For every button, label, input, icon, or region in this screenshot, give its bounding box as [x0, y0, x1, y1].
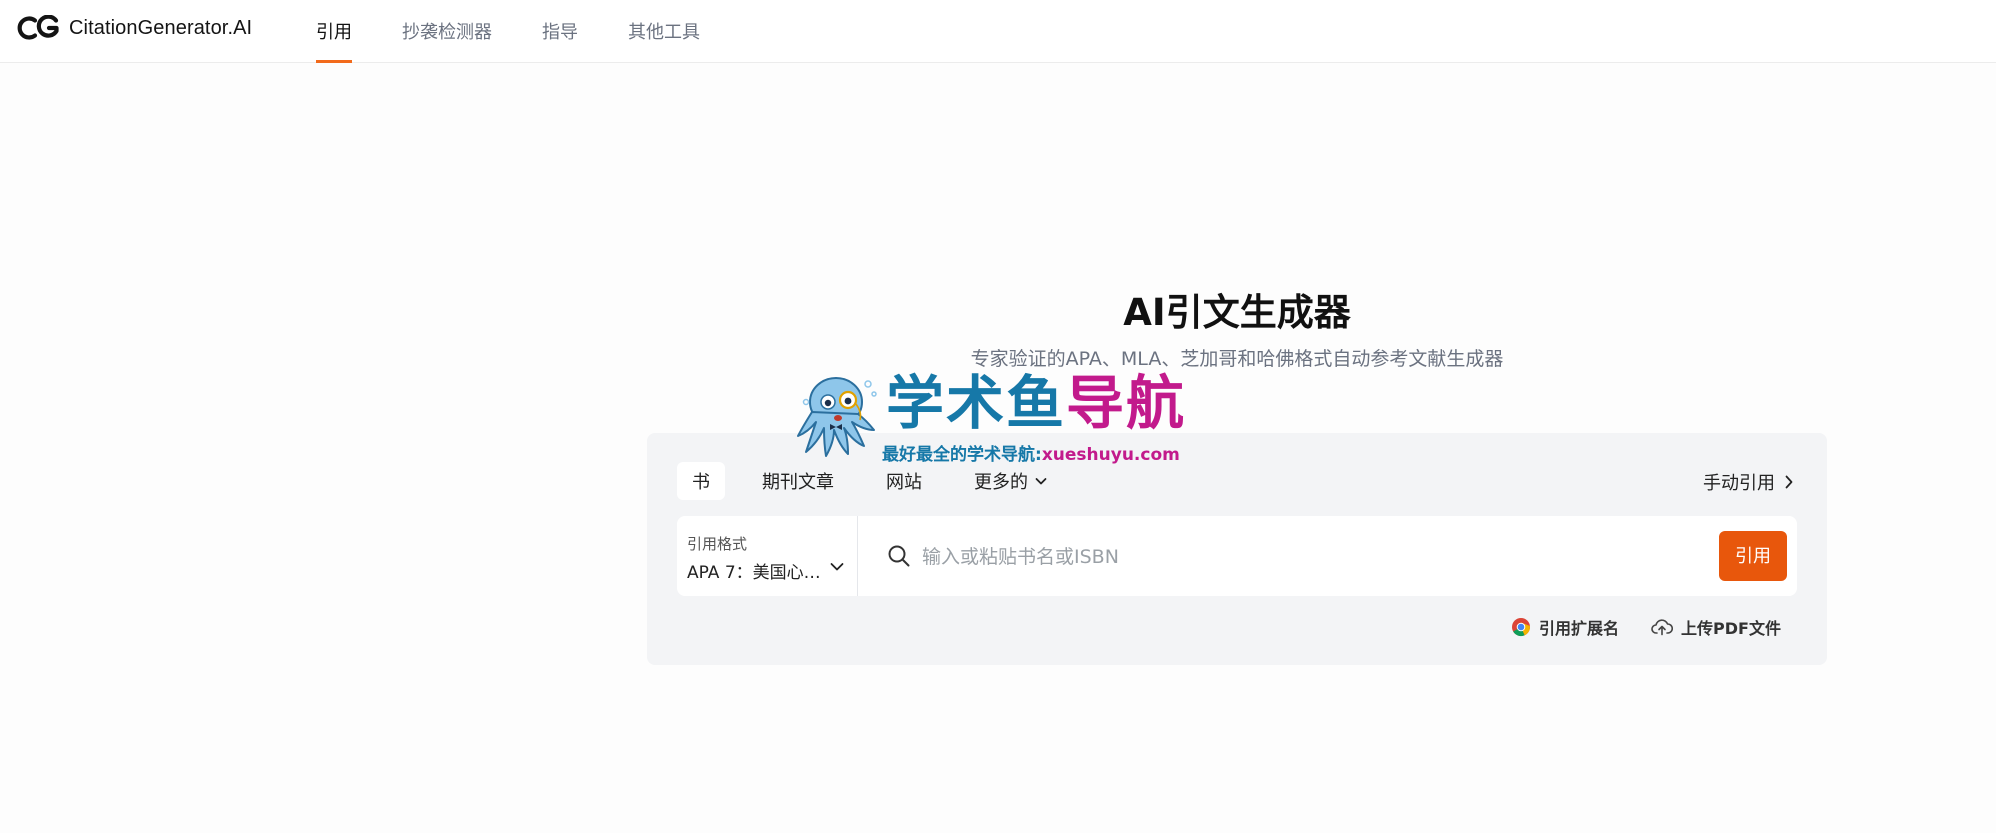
watermark-title-part2: 导航 — [1066, 369, 1187, 437]
tab-book[interactable]: 书 — [677, 462, 725, 500]
manual-cite-link[interactable]: 手动引用 — [1703, 469, 1795, 495]
citation-format-select[interactable]: 引用格式 APA 7：美国心理学会第7版 — [677, 516, 858, 596]
tab-label: 期刊文章 — [762, 472, 834, 493]
citation-format-label: 引用格式 — [687, 535, 748, 553]
tab-journal-article[interactable]: 期刊文章 — [747, 462, 849, 500]
manual-cite-label: 手动引用 — [1703, 473, 1775, 494]
top-navigation-bar: CitationGenerator.AI 引用 抄袭检测器 指导 其他工具 — [0, 0, 1996, 63]
search-input[interactable] — [920, 536, 1704, 578]
tab-label: 书 — [692, 472, 710, 493]
watermark-slogan: 最好最全的学术导航:xueshuyu.com — [882, 440, 1180, 465]
page-subtitle: 专家验证的APA、MLA、芝加哥和哈佛格式自动参考文献生成器 — [970, 348, 1504, 370]
tab-more-dropdown[interactable]: 更多的 — [959, 462, 1063, 500]
source-type-tabs: 书 期刊文章 网站 更多的 — [677, 462, 1085, 500]
search-icon — [888, 545, 910, 567]
watermark-title: 学术鱼导航 — [886, 374, 1186, 432]
xueshuyu-watermark: 学术鱼导航 最好最全的学术导航:xueshuyu.com — [796, 368, 1206, 465]
tab-website[interactable]: 网站 — [871, 462, 937, 500]
cg-logo-icon — [17, 15, 59, 40]
panel-actions: 引用扩展名 上传PDF文件 — [1479, 615, 1781, 639]
page-title: AI引文生成器 — [1123, 291, 1351, 334]
tab-label: 网站 — [886, 472, 922, 493]
watermark-slogan-part1: 最好最全的学术导航: — [882, 445, 1042, 465]
watermark-title-part1: 学术鱼 — [886, 369, 1067, 437]
search-row: 引用格式 APA 7：美国心理学会第7版 引用 — [677, 516, 1797, 596]
chevron-down-icon — [1035, 478, 1047, 485]
cite-extension-label: 引用扩展名 — [1539, 619, 1620, 638]
main-nav: 引用 抄袭检测器 指导 其他工具 — [316, 0, 750, 63]
cloud-upload-icon — [1651, 619, 1674, 636]
chrome-icon — [1512, 618, 1531, 637]
chevron-right-icon — [1785, 475, 1793, 489]
cite-extension-link[interactable]: 引用扩展名 — [1511, 615, 1619, 639]
upload-pdf-label: 上传PDF文件 — [1681, 619, 1781, 638]
watermark-slogan-url: xueshuyu.com — [1041, 445, 1180, 465]
chevron-down-icon — [830, 563, 844, 571]
brand-logo[interactable]: CitationGenerator.AI — [15, 13, 252, 43]
nav-item-guides[interactable]: 指导 — [542, 0, 578, 62]
upload-pdf-link[interactable]: 上传PDF文件 — [1651, 615, 1781, 639]
citation-format-value: APA 7：美国心理学会第7版 — [687, 563, 827, 583]
brand-name: CitationGenerator.AI — [69, 16, 253, 39]
cite-button[interactable]: 引用 — [1719, 531, 1787, 581]
octopus-mascot-icon — [797, 377, 877, 457]
citation-panel: 书 期刊文章 网站 更多的 手动引用 引用格式 APA 7：美国心理学会第7版 … — [647, 433, 1827, 665]
nav-item-other-tools[interactable]: 其他工具 — [628, 0, 700, 62]
tab-label: 更多的 — [974, 472, 1028, 493]
nav-item-plagiarism-checker[interactable]: 抄袭检测器 — [402, 0, 492, 62]
nav-item-cite[interactable]: 引用 — [316, 0, 352, 63]
